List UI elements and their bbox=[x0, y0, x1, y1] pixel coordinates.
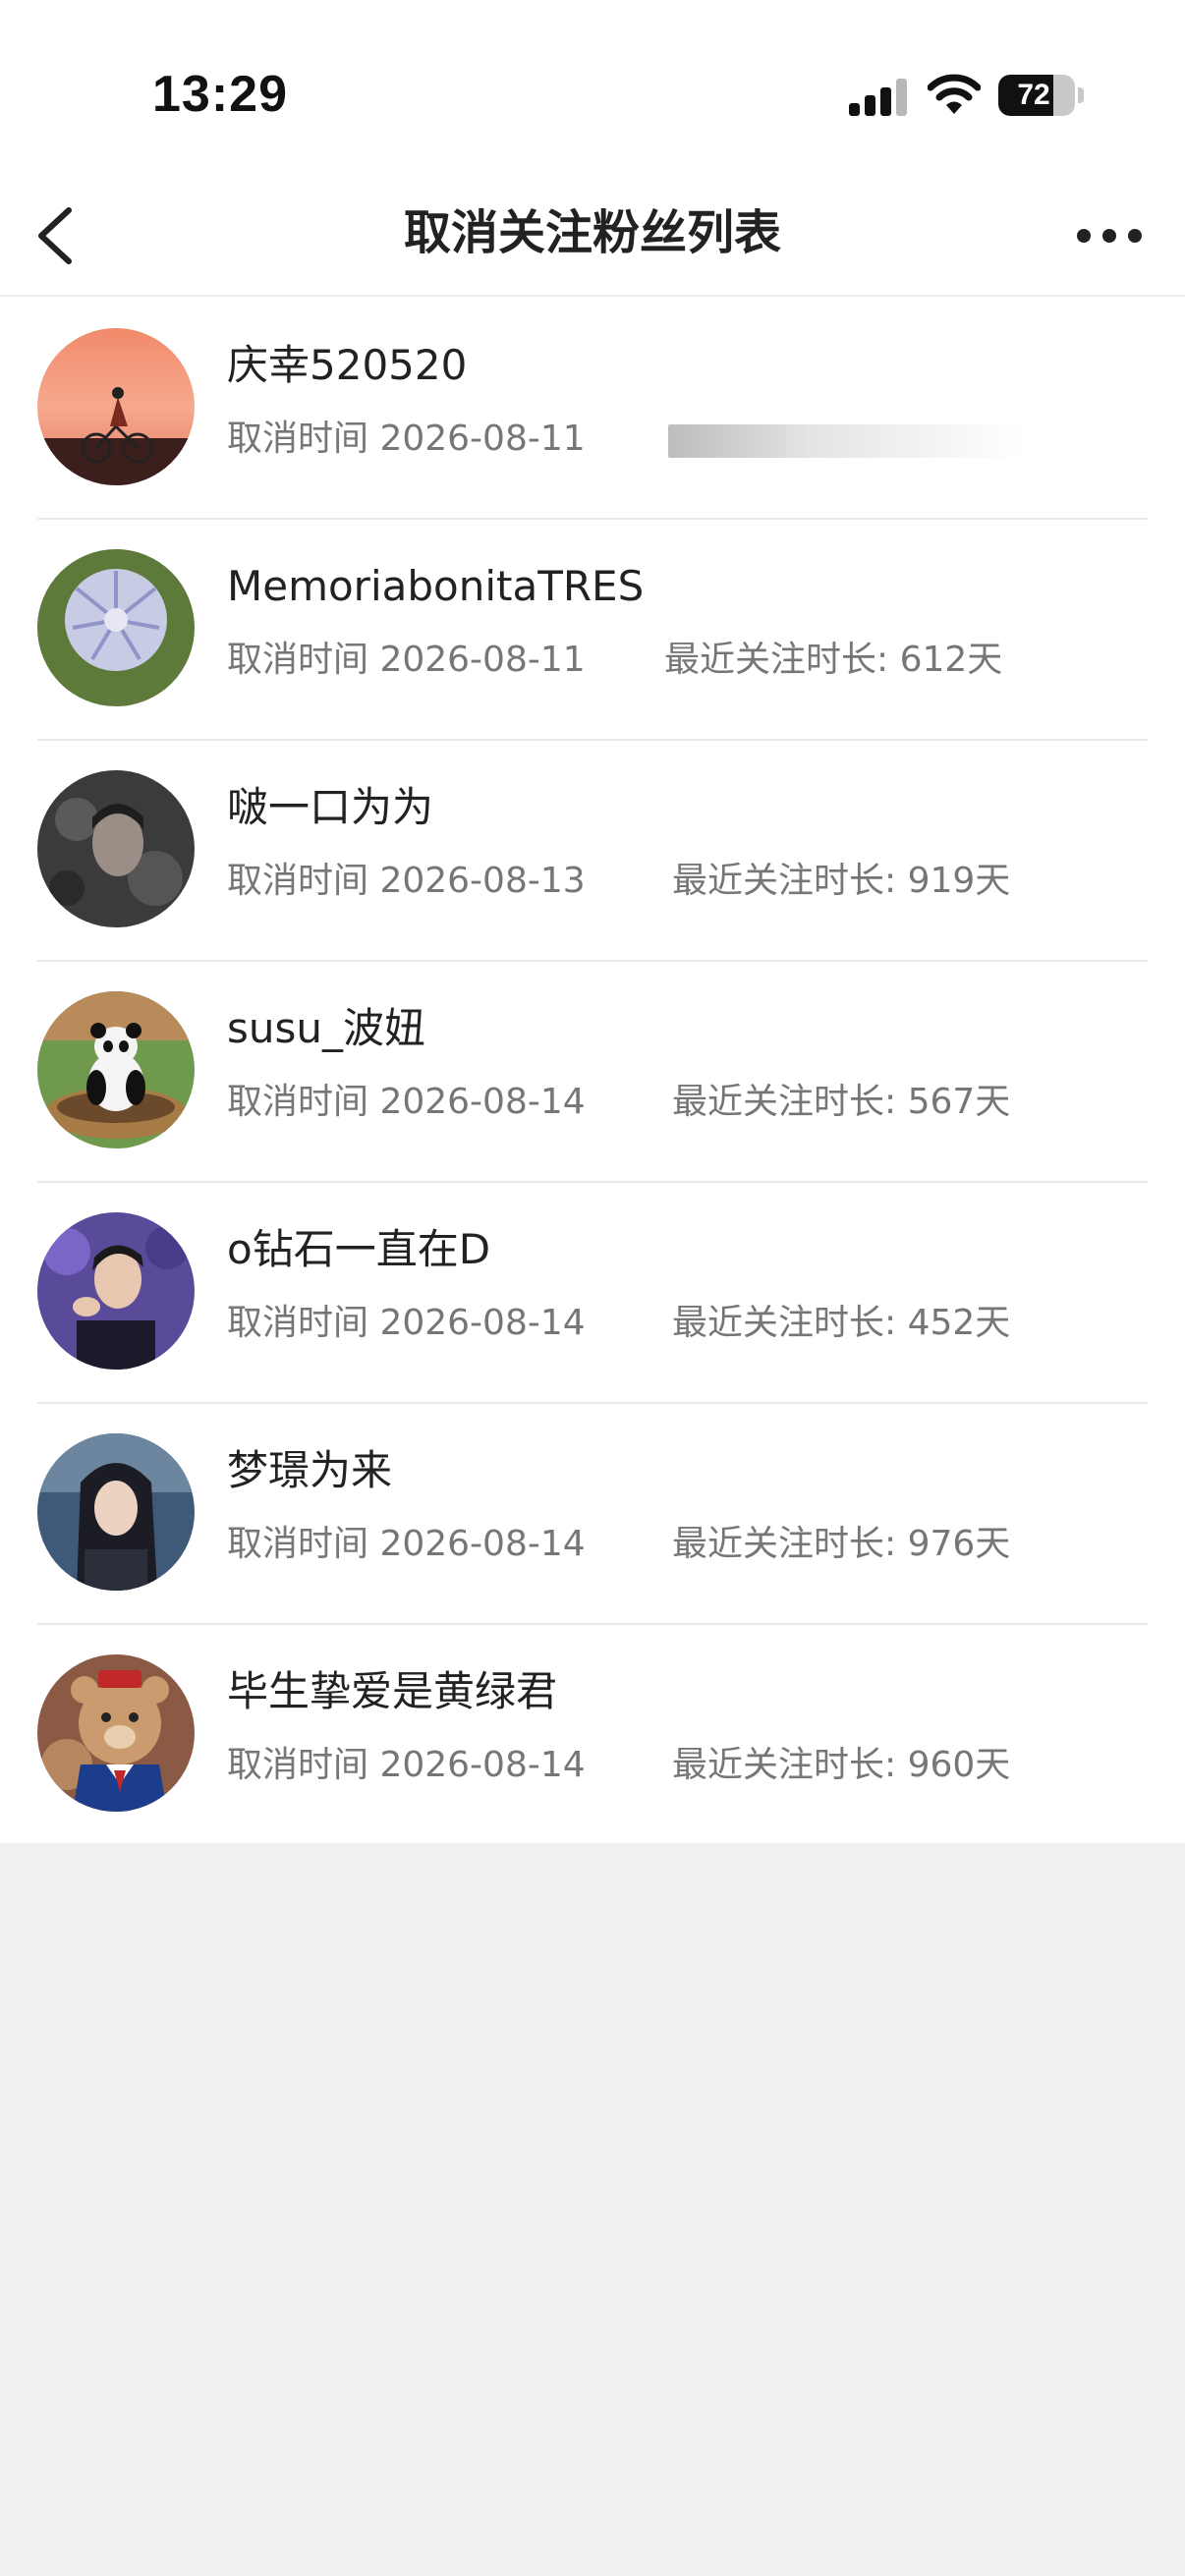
list-item[interactable]: MemoriabonitaTRES 取消时间 2026-08-11 最近关注时长… bbox=[0, 518, 1185, 739]
unfollow-time: 取消时间 2026-08-14 bbox=[227, 1745, 586, 1785]
user-name: 庆幸520520 bbox=[227, 341, 468, 389]
follow-duration: 最近关注时长: 960天 bbox=[672, 1745, 1011, 1785]
avatar[interactable] bbox=[37, 549, 195, 706]
user-name: MemoriabonitaTRES bbox=[227, 562, 645, 610]
battery-cap bbox=[1078, 87, 1084, 103]
follow-duration: 最近关注时长: 919天 bbox=[672, 861, 1011, 901]
user-name: o钻石一直在D bbox=[227, 1225, 491, 1273]
avatar[interactable] bbox=[37, 1433, 195, 1591]
cellular-signal-icon bbox=[849, 77, 908, 116]
user-name: 毕生挚爱是黄绿君 bbox=[227, 1667, 558, 1715]
avatar[interactable] bbox=[37, 1654, 195, 1812]
unfollow-time: 取消时间 2026-08-13 bbox=[227, 861, 586, 901]
avatar[interactable] bbox=[37, 328, 195, 485]
more-button[interactable] bbox=[1071, 212, 1150, 261]
list-item[interactable]: susu_波妞 取消时间 2026-08-14 最近关注时长: 567天 bbox=[0, 960, 1185, 1181]
follow-duration: 最近关注时长: 452天 bbox=[672, 1303, 1011, 1343]
user-name: 梦璟为来 bbox=[227, 1446, 393, 1494]
unfollow-time: 取消时间 2026-08-11 bbox=[227, 419, 586, 459]
wifi-icon bbox=[927, 73, 982, 118]
list-item[interactable]: 庆幸520520 取消时间 2026-08-11 bbox=[0, 297, 1185, 518]
follow-duration: 最近关注时长: 612天 bbox=[664, 640, 1003, 680]
status-bar: 13:29 72 bbox=[0, 0, 1185, 177]
unfollow-time: 取消时间 2026-08-14 bbox=[227, 1524, 586, 1564]
list-item[interactable]: 毕生挚爱是黄绿君 取消时间 2026-08-14 最近关注时长: 960天 bbox=[0, 1623, 1185, 1844]
avatar[interactable] bbox=[37, 991, 195, 1148]
user-name: 啵一口为为 bbox=[227, 783, 434, 831]
follow-duration: 最近关注时长: 976天 bbox=[672, 1524, 1011, 1564]
list-item[interactable]: 梦璟为来 取消时间 2026-08-14 最近关注时长: 976天 bbox=[0, 1402, 1185, 1623]
content-background: 13:29 72 取消关注粉丝列表 庆幸520520 取消时间 2026-08-… bbox=[0, 0, 1185, 1843]
avatar[interactable] bbox=[37, 1212, 195, 1370]
unfollow-time: 取消时间 2026-08-11 bbox=[227, 640, 586, 680]
unfollow-time: 取消时间 2026-08-14 bbox=[227, 1082, 586, 1122]
list-item[interactable]: 啵一口为为 取消时间 2026-08-13 最近关注时长: 919天 bbox=[0, 739, 1185, 960]
follow-duration: 最近关注时长: 567天 bbox=[672, 1082, 1011, 1122]
page-title: 取消关注粉丝列表 bbox=[403, 205, 781, 260]
status-time: 13:29 bbox=[152, 66, 288, 123]
battery-percent: 72 bbox=[1017, 79, 1050, 111]
unfollow-list: 庆幸520520 取消时间 2026-08-11 MemoriabonitaTR… bbox=[0, 297, 1185, 1844]
avatar[interactable] bbox=[37, 770, 195, 927]
unfollow-time: 取消时间 2026-08-14 bbox=[227, 1303, 586, 1343]
loading-placeholder bbox=[668, 424, 1022, 458]
list-item[interactable]: o钻石一直在D 取消时间 2026-08-14 最近关注时长: 452天 bbox=[0, 1181, 1185, 1402]
user-name: susu_波妞 bbox=[227, 1004, 426, 1052]
more-dots-icon bbox=[1077, 229, 1091, 243]
battery-icon: 72 bbox=[998, 75, 1075, 116]
nav-bar: 取消关注粉丝列表 bbox=[0, 177, 1185, 297]
